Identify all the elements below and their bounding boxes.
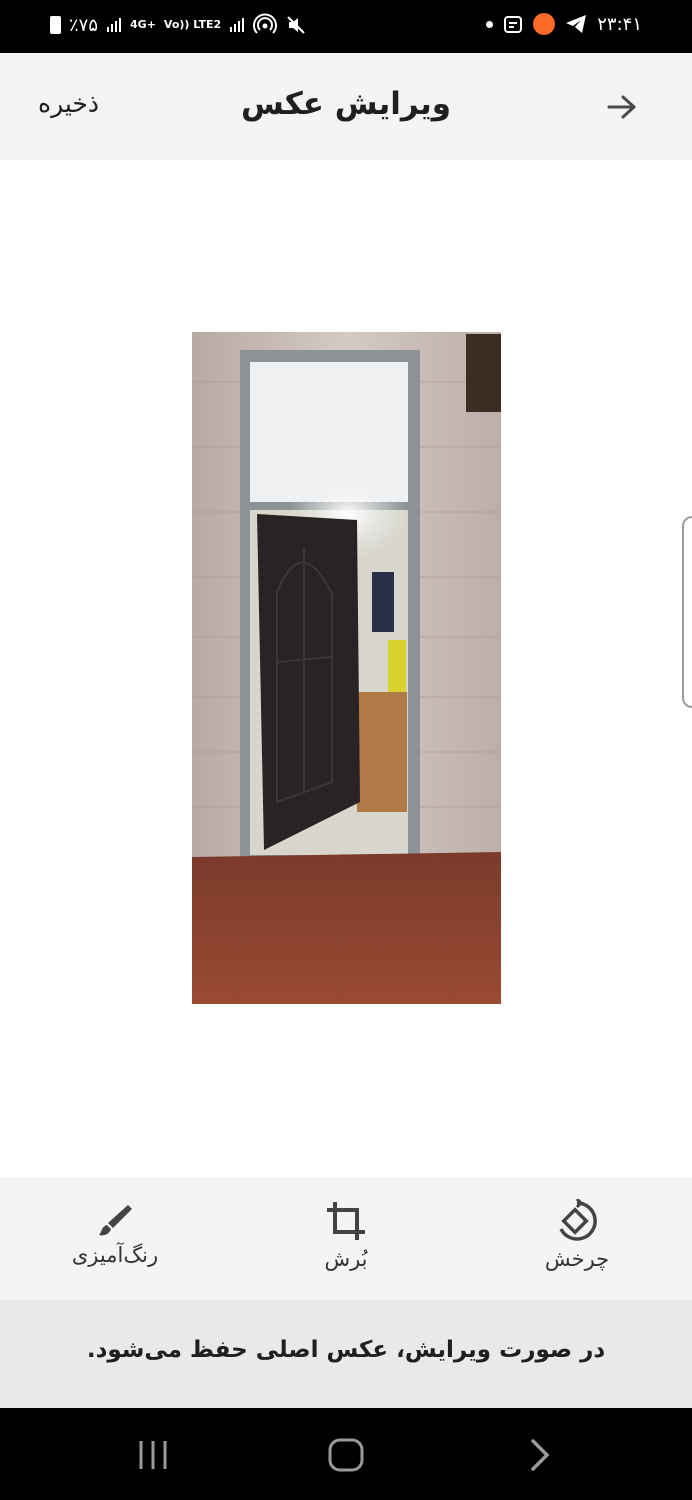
tool-crop-label: بُرش bbox=[324, 1247, 368, 1271]
door-photo[interactable] bbox=[192, 332, 501, 1004]
tool-rotate-label: چرخش bbox=[544, 1247, 610, 1271]
info-notice: در صورت ویرایش، عکس اصلی حفظ می‌شود. bbox=[0, 1300, 692, 1408]
tool-colorize-label: رنگ‌آمیزی bbox=[71, 1243, 159, 1267]
tool-crop[interactable]: بُرش bbox=[266, 1199, 426, 1271]
network-label-lte: Vo)) LTE2 bbox=[163, 18, 222, 31]
drawer-handle[interactable] bbox=[682, 516, 692, 708]
clock: ۲۳:۴۱ bbox=[597, 13, 642, 35]
editor-canvas bbox=[0, 160, 692, 1177]
app-badge-icon bbox=[533, 13, 556, 35]
calendar-icon bbox=[504, 16, 523, 33]
telegram-icon bbox=[566, 15, 587, 33]
hotspot-icon bbox=[253, 13, 278, 34]
battery-icon bbox=[50, 16, 61, 34]
page-title: ویرایش عکس bbox=[240, 86, 452, 122]
back-icon[interactable] bbox=[528, 1438, 552, 1472]
rotate-icon bbox=[559, 1199, 597, 1241]
tool-rotate[interactable]: چرخش bbox=[497, 1199, 657, 1271]
status-left: ٪۷۵ 4G+ Vo)) LTE2 bbox=[50, 13, 307, 37]
header: ذخیره ویرایش عکس bbox=[0, 53, 692, 160]
signal-icon bbox=[230, 18, 245, 32]
arrow-right-icon[interactable] bbox=[606, 93, 638, 121]
status-right: ۲۳:۴۱ bbox=[486, 13, 642, 35]
battery-level: ٪۷۵ bbox=[69, 14, 99, 36]
status-bar: ٪۷۵ 4G+ Vo)) LTE2 ۲۳:۴۱ bbox=[0, 0, 692, 53]
network-label-4g: 4G+ bbox=[130, 18, 156, 31]
signal-icon bbox=[107, 18, 122, 32]
recents-icon[interactable] bbox=[136, 1438, 170, 1472]
brush-icon bbox=[99, 1205, 132, 1236]
dot-icon bbox=[486, 20, 494, 28]
mute-icon bbox=[287, 16, 305, 34]
crop-icon bbox=[327, 1202, 365, 1240]
tool-colorize[interactable]: رنگ‌آمیزی bbox=[35, 1199, 195, 1267]
system-nav-bar bbox=[0, 1408, 692, 1500]
home-icon[interactable] bbox=[328, 1438, 364, 1472]
notice-text: در صورت ویرایش، عکس اصلی حفظ می‌شود. bbox=[86, 1337, 606, 1363]
edit-toolbar: رنگ‌آمیزی بُرش چرخش bbox=[0, 1177, 692, 1300]
